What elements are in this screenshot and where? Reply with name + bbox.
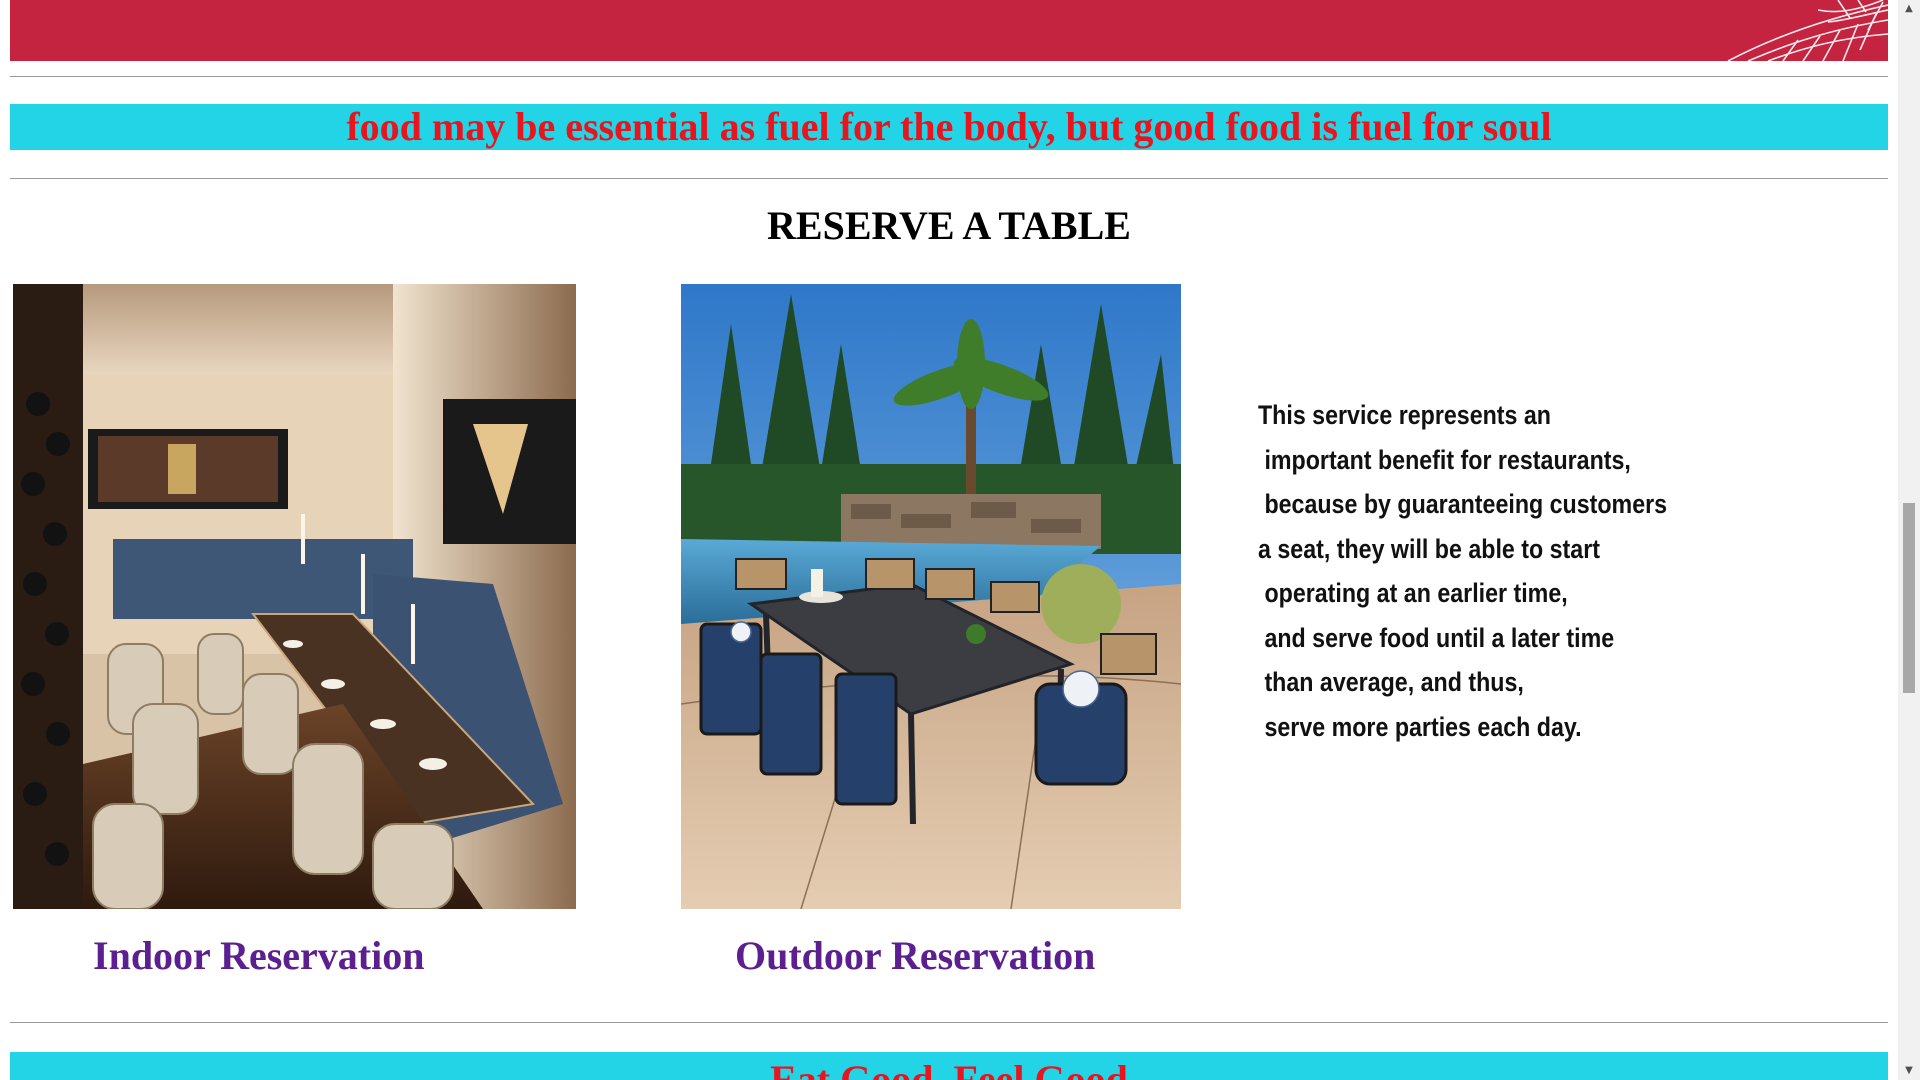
outdoor-dining-image[interactable] bbox=[681, 284, 1181, 909]
indoor-dining-illustration bbox=[13, 284, 576, 909]
description-line: important benefit for restaurants, bbox=[1258, 444, 1631, 475]
description-line: operating at an earlier time, bbox=[1258, 578, 1568, 608]
section-title: RESERVE A TABLE bbox=[767, 203, 1131, 248]
description-line: because by guaranteeing customers bbox=[1258, 489, 1668, 519]
caret-up-icon[interactable]: ▲ bbox=[1898, 0, 1920, 18]
vertical-scrollbar[interactable]: ▲ ▼ bbox=[1898, 0, 1920, 1080]
top-banner bbox=[10, 0, 1888, 61]
service-description: This service represents an important ben… bbox=[1258, 393, 1668, 749]
outdoor-dining-illustration bbox=[681, 284, 1181, 909]
leaf-decoration bbox=[1727, 0, 1888, 61]
outdoor-reservation-link[interactable]: Outdoor Reservation bbox=[735, 932, 1095, 979]
description-line: and serve food until a later time bbox=[1258, 622, 1615, 653]
divider bbox=[10, 1022, 1888, 1023]
page-content: food may be essential as fuel for the bo… bbox=[0, 0, 1898, 1080]
caret-down-icon[interactable]: ▼ bbox=[1898, 1062, 1920, 1080]
slogan-banner: Eat Good, Feel Good bbox=[10, 1052, 1888, 1080]
divider bbox=[10, 76, 1888, 77]
description-line: This service represents an bbox=[1258, 400, 1551, 430]
indoor-dining-image[interactable] bbox=[13, 284, 576, 909]
quote-banner: food may be essential as fuel for the bo… bbox=[10, 104, 1888, 150]
description-line: than average, and thus, bbox=[1258, 667, 1524, 697]
divider bbox=[10, 178, 1888, 179]
page: food may be essential as fuel for the bo… bbox=[0, 0, 1920, 1080]
description-line: a seat, they will be able to start bbox=[1258, 533, 1600, 564]
indoor-reservation-link[interactable]: Indoor Reservation bbox=[93, 932, 424, 979]
scrollbar-thumb[interactable] bbox=[1903, 503, 1915, 693]
description-line: serve more parties each day. bbox=[1258, 711, 1582, 742]
